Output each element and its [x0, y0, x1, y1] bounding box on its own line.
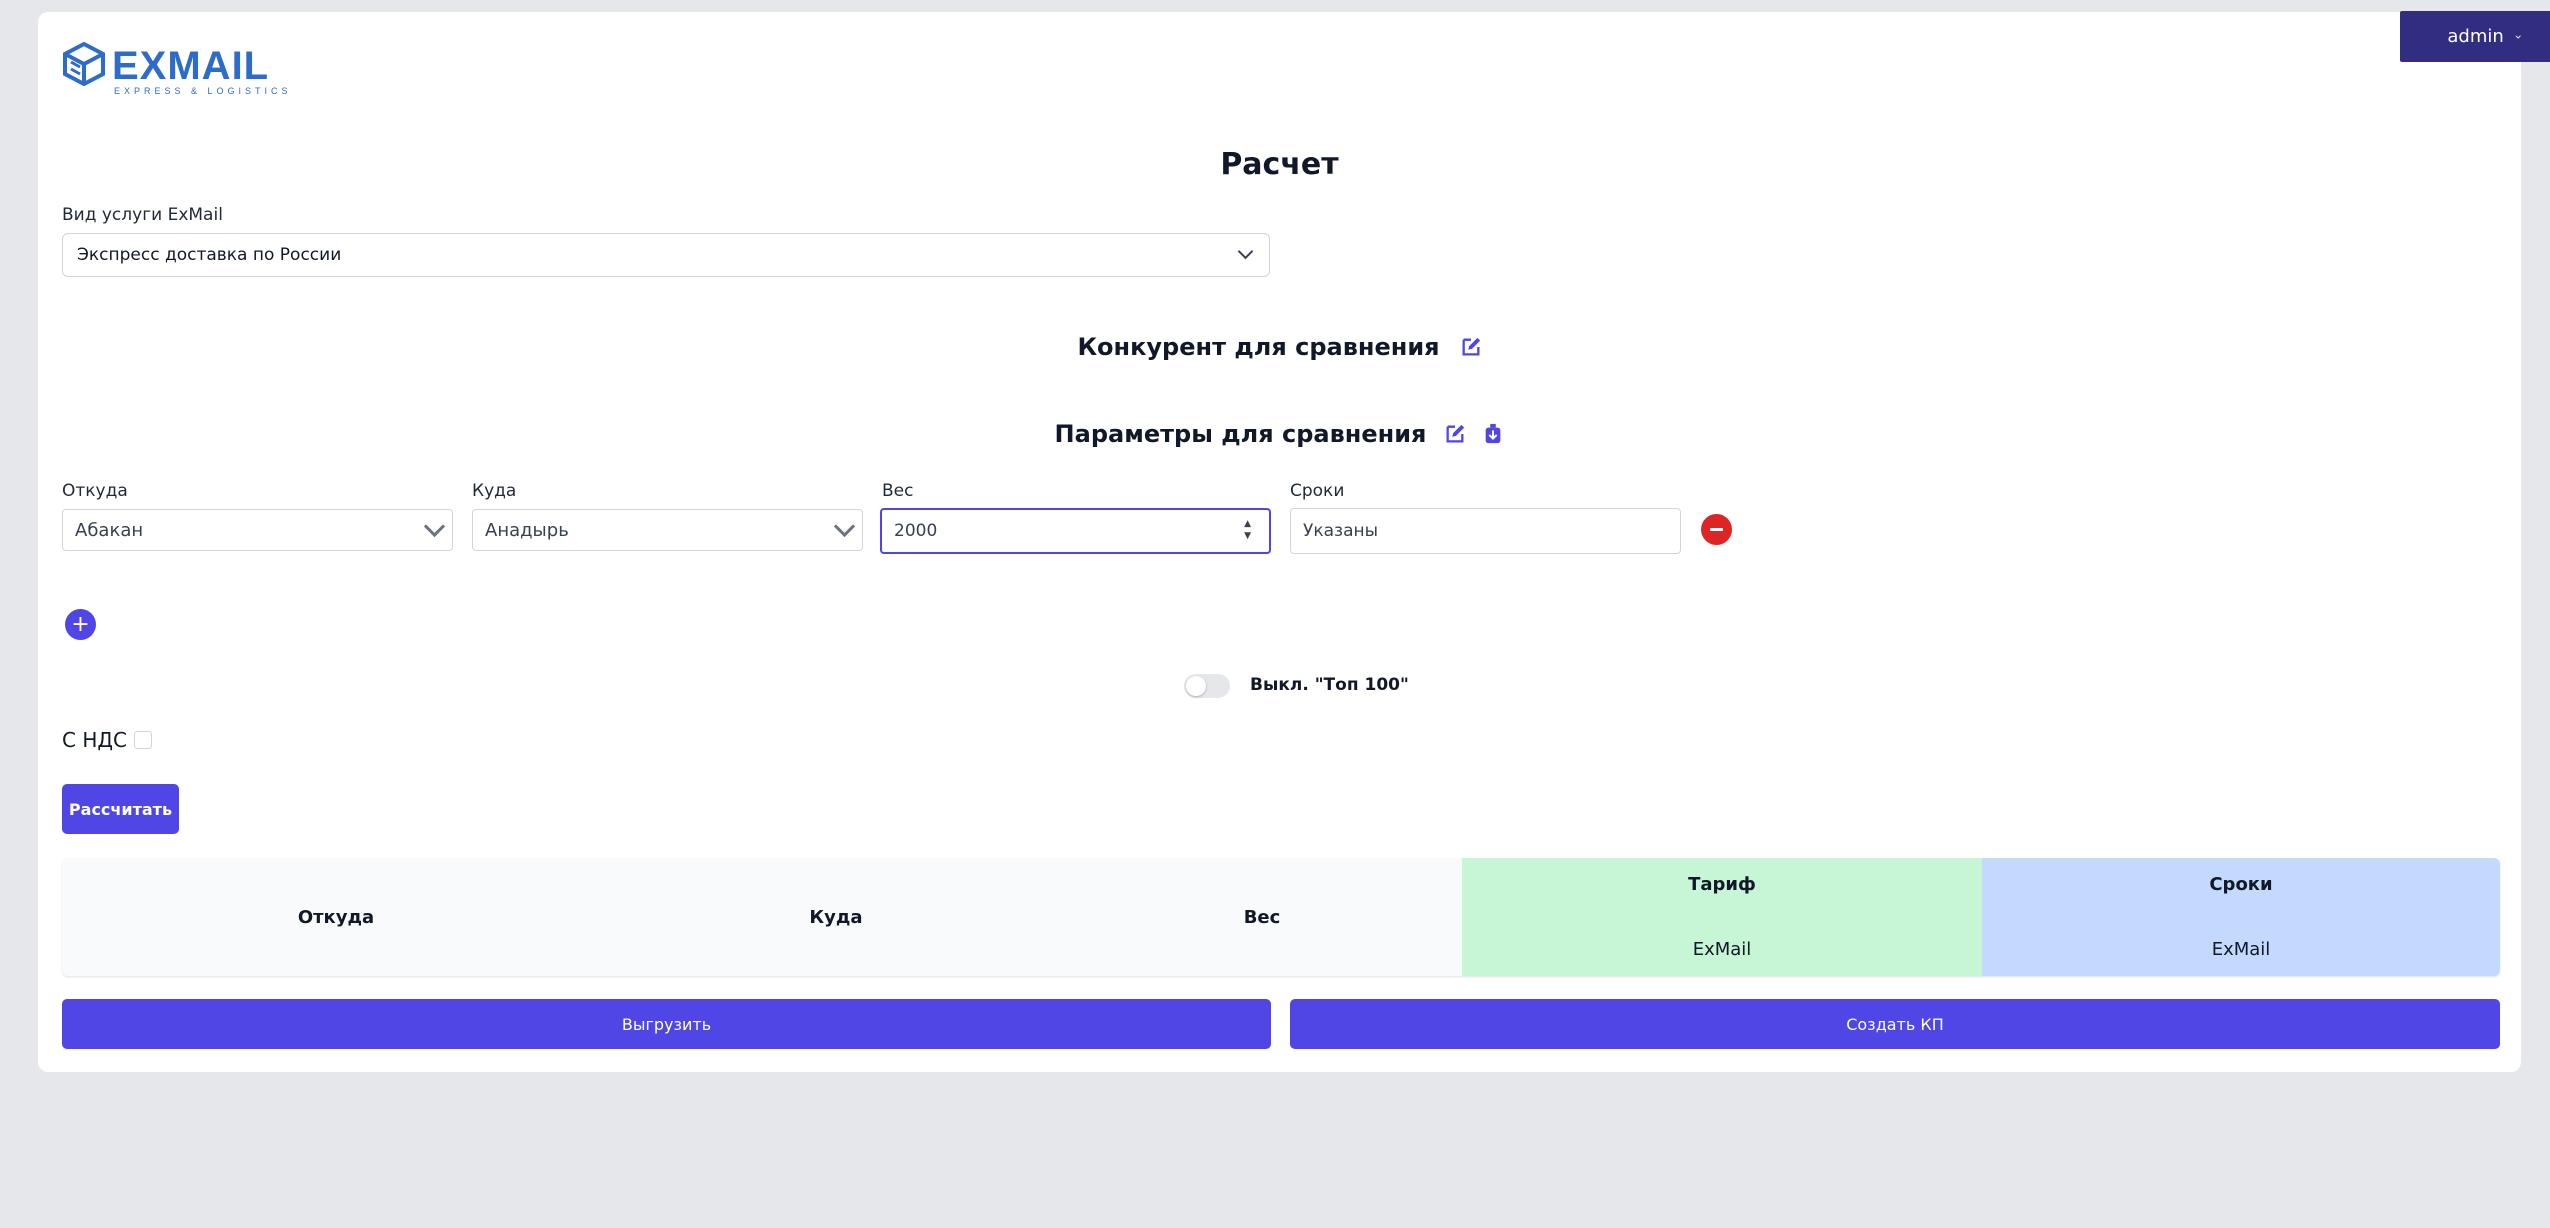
terms-input[interactable]: Указаны — [1290, 508, 1681, 554]
download-icon[interactable] — [1482, 423, 1504, 445]
results-col-terms: Сроки ExMail — [1982, 858, 2500, 976]
weight-input[interactable]: 2000 ▲ ▼ — [880, 508, 1271, 554]
from-select[interactable]: Абакан — [62, 509, 453, 551]
logo-subtitle: EXPRESS & LOGISTICS — [114, 86, 292, 96]
competitor-section: Конкурент для сравнения — [38, 333, 2521, 361]
results-col-weight: Вес — [1062, 858, 1462, 976]
exmail-logo[interactable]: EXMAIL EXPRESS & LOGISTICS — [62, 40, 302, 98]
params-title: Параметры для сравнения — [1054, 420, 1427, 448]
from-value: Абакан — [75, 519, 144, 541]
number-spinner[interactable]: ▲ ▼ — [1244, 518, 1251, 542]
competitor-title: Конкурент для сравнения — [1077, 333, 1440, 361]
results-col-terms-header: Сроки — [2209, 874, 2273, 895]
user-menu-label: admin — [2447, 26, 2504, 47]
create-offer-button[interactable]: Создать КП — [1290, 999, 2500, 1049]
weight-value: 2000 — [894, 521, 938, 541]
results-col-tariff-sub: ExMail — [1692, 939, 1752, 960]
logo-text: EXMAIL — [112, 44, 270, 88]
remove-row-button[interactable] — [1701, 514, 1732, 545]
chevron-down-icon — [833, 515, 856, 538]
to-select[interactable]: Анадырь — [472, 509, 863, 551]
params-section: Параметры для сравнения — [38, 420, 2521, 448]
results-col-tariff: Тариф ExMail — [1462, 858, 1982, 976]
edit-icon[interactable] — [1460, 336, 1482, 358]
add-row-button[interactable]: + — [65, 609, 96, 640]
page-title: Расчет — [1220, 147, 1339, 182]
to-label: Куда — [472, 481, 517, 501]
chevron-down-icon: › — [2511, 34, 2526, 39]
vat-label: С НДС — [62, 728, 127, 752]
user-menu-button[interactable]: admin › — [2400, 11, 2550, 62]
top100-toggle-label: Выкл. "Топ 100" — [1250, 675, 1409, 695]
terms-value: Указаны — [1303, 521, 1379, 541]
plus-icon: + — [71, 611, 90, 637]
calculate-button[interactable]: Рассчитать — [62, 784, 179, 834]
vat-checkbox[interactable] — [134, 731, 152, 749]
weight-label: Вес — [882, 481, 914, 501]
export-button[interactable]: Выгрузить — [62, 999, 1271, 1049]
service-label: Вид услуги ExMail — [62, 205, 223, 225]
service-select[interactable]: Экспресс доставка по России — [62, 233, 1270, 277]
service-select-value: Экспресс доставка по России — [77, 245, 342, 265]
results-col-weight-header: Вес — [1243, 906, 1281, 928]
logo-cube-icon — [63, 42, 105, 86]
chevron-down-icon — [423, 515, 446, 538]
top100-toggle[interactable] — [1184, 674, 1230, 698]
main-card: EXMAIL EXPRESS & LOGISTICS Расчет Вид ус… — [38, 12, 2521, 1072]
results-col-to-header: Куда — [809, 906, 863, 928]
results-table: Откуда Куда Вес Тариф ExMail Сроки ExMai… — [62, 858, 2500, 976]
from-label: Откуда — [62, 481, 128, 501]
terms-label: Сроки — [1290, 481, 1345, 501]
results-col-to: Куда — [610, 858, 1062, 976]
results-col-terms-sub: ExMail — [2211, 939, 2271, 960]
results-col-from-header: Откуда — [297, 906, 375, 928]
edit-icon[interactable] — [1444, 423, 1466, 445]
chevron-down-icon — [1237, 243, 1254, 260]
to-value: Анадырь — [485, 519, 569, 541]
results-col-from: Откуда — [62, 858, 610, 976]
results-col-tariff-header: Тариф — [1688, 874, 1756, 895]
